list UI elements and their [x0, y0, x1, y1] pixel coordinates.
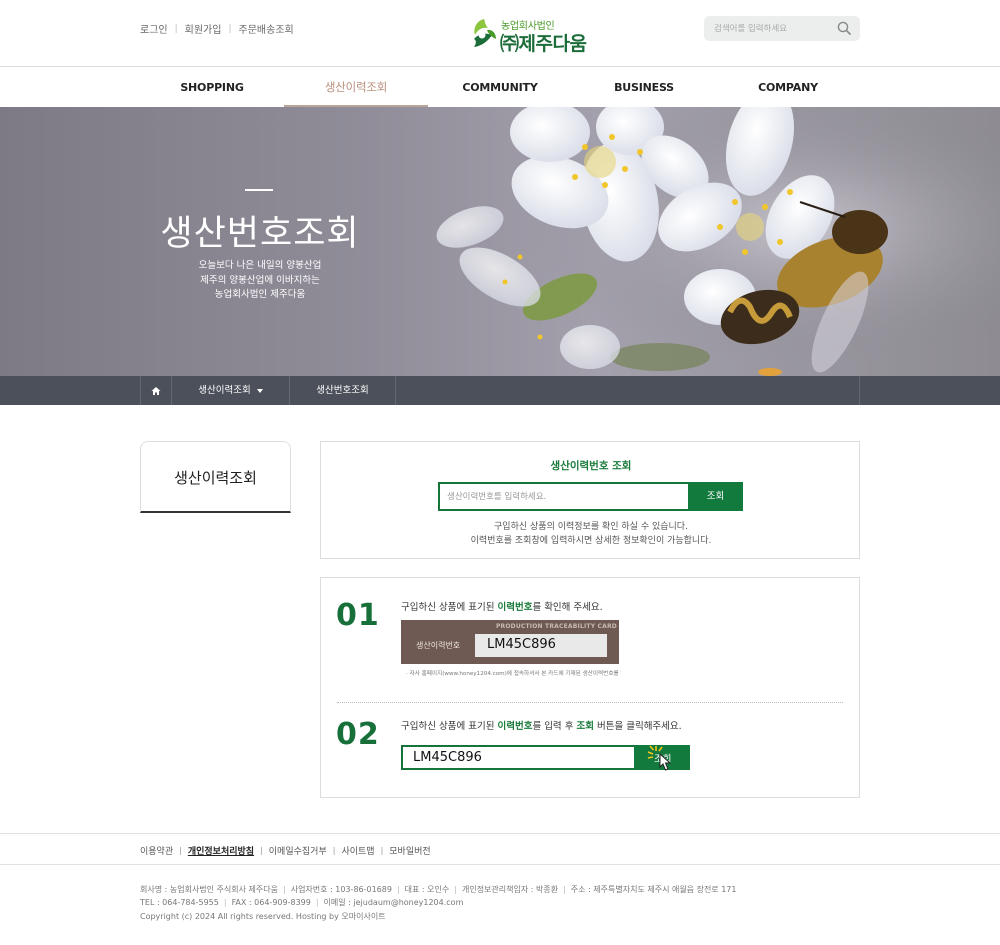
divider: |	[454, 885, 457, 894]
divider: |	[260, 846, 263, 855]
footer-link-terms[interactable]: 이용약관	[140, 844, 173, 857]
footer-link-sitemap[interactable]: 사이트맵	[341, 844, 374, 857]
caret-down-icon	[256, 388, 263, 393]
lookup-panel: 생산이력번호 조회 조회 구입하신 상품의 이력정보를 확인 하실 수 있습니다…	[320, 441, 860, 559]
breadcrumb-level1[interactable]: 생산이력조회	[171, 376, 289, 405]
home-icon	[151, 386, 161, 395]
demo-input-value: LM45C896	[413, 750, 482, 765]
privacy-officer: 개인정보관리책임자 : 박종환	[461, 885, 559, 894]
logo-title: ㈜제주다움	[500, 33, 587, 55]
nav-traceability[interactable]: 생산이력조회	[284, 68, 428, 107]
company-info-row: 회사명 : 농업회사법인 주식회사 제주다움 | 사업자번호 : 103-86-…	[140, 884, 736, 897]
breadcrumb: 생산이력조회 생산번호조회	[0, 376, 1000, 405]
trace-number-input[interactable]	[447, 489, 677, 505]
divider: |	[223, 897, 227, 907]
hero-subtitle-line: 농업회사법인 제주다움	[214, 289, 306, 300]
step-text-part: 를 입력 후	[532, 721, 577, 732]
company-name: 회사명 : 농업회사법인 주식회사 제주다움	[140, 885, 278, 894]
nav-community[interactable]: COMMUNITY	[428, 68, 572, 107]
breadcrumb-level2-label: 생산번호조회	[316, 385, 369, 396]
lookup-desc-line: 이력번호를 조회창에 입력하시면 상세한 정보확인이 가능합니다.	[470, 535, 712, 546]
email-address: 이메일 : jejudaum@honey1204.com	[323, 897, 464, 907]
divider	[337, 702, 843, 703]
logo-mark-icon	[474, 19, 496, 47]
step-text-part: 구입하신 상품에 표기된	[401, 721, 498, 732]
step-text-highlight: 이력번호	[497, 602, 533, 613]
step-text-highlight: 조회	[576, 721, 594, 732]
hero-subtitle-line: 오늘보다 나은 내일의 양봉산업	[198, 260, 322, 271]
logo[interactable]: 농업회사법인 ㈜제주다움	[470, 16, 595, 55]
ceo-name: 대표 : 오인수	[404, 885, 450, 894]
nav-business[interactable]: BUSINESS	[572, 68, 716, 107]
divider: |	[315, 897, 319, 907]
divider: |	[228, 23, 232, 34]
company-address: 주소 : 제주특별자치도 제주시 애월읍 장전로 171	[570, 885, 737, 894]
footer-link-email-refusal[interactable]: 이메일수집거부	[269, 844, 327, 857]
lookup-title: 생산이력번호 조회	[550, 460, 632, 472]
header: 로그인 | 회원가입 | 주문배송조회 농업회사법인 ㈜제주다움	[0, 0, 1000, 67]
business-number: 사업자번호 : 103-86-01689	[290, 885, 392, 894]
traceability-card: PRODUCTION TRACEABILITY CARD 생산이력번호 LM45…	[401, 620, 619, 664]
card-value: LM45C896	[487, 637, 556, 652]
divider: |	[332, 846, 336, 855]
lookup-button[interactable]: 조회	[688, 482, 743, 511]
step-text-part: 버튼을 클릭해주세요.	[593, 721, 682, 732]
breadcrumb-home[interactable]	[140, 376, 171, 405]
search-box	[704, 16, 860, 41]
fax-number: FAX : 064-909-8399	[231, 897, 311, 907]
sidebar-title: 생산이력조회	[174, 469, 257, 487]
login-link[interactable]: 로그인	[140, 21, 168, 36]
divider: |	[396, 885, 400, 894]
lookup-desc-line: 구입하신 상품의 이력정보를 확인 하실 수 있습니다.	[494, 522, 688, 532]
step-number: 02	[336, 717, 380, 752]
hero-dash	[245, 189, 273, 191]
demo-input: LM45C896	[401, 745, 634, 770]
footer-links: 이용약관 | 개인정보처리방침 | 이메일수집거부 | 사이트맵 | 모바일버전	[0, 833, 1000, 865]
card-note: · 자사 홈페이지(www.honey1204.com)에 접속하셔서 본 카드…	[406, 671, 621, 677]
top-links: 로그인 | 회원가입 | 주문배송조회	[140, 21, 294, 37]
main-nav: SHOPPING 생산이력조회 COMMUNITY BUSINESS COMPA…	[0, 68, 1000, 107]
nav-company[interactable]: COMPANY	[716, 68, 860, 107]
order-tracking-link[interactable]: 주문배송조회	[239, 21, 294, 36]
cursor-click-icon	[647, 745, 672, 771]
signup-link[interactable]: 회원가입	[185, 21, 222, 36]
footer-link-privacy[interactable]: 개인정보처리방침	[188, 844, 254, 857]
phone-number: TEL : 064-784-5955	[140, 897, 219, 907]
divider	[859, 376, 860, 405]
breadcrumb-level2[interactable]: 생산번호조회	[289, 376, 396, 405]
divider: |	[563, 885, 566, 894]
step-text-highlight: 이력번호	[497, 721, 533, 732]
divider: |	[179, 846, 182, 855]
demo-button: 조회	[634, 745, 690, 771]
divider: |	[283, 885, 286, 894]
steps-panel: 01 구입하신 상품에 표기된 이력번호를 확인해 주세요. PRODUCTIO…	[320, 577, 860, 798]
search-input[interactable]	[714, 20, 832, 37]
step-text-part: 를 확인해 주세요.	[532, 602, 603, 613]
search-icon[interactable]	[837, 21, 852, 36]
card-header: PRODUCTION TRACEABILITY CARD	[495, 623, 617, 630]
footer-link-mobile[interactable]: 모바일버전	[389, 844, 430, 857]
hero-title: 생산번호조회	[160, 214, 360, 254]
nav-shopping[interactable]: SHOPPING	[140, 68, 284, 107]
step-text-part: 구입하신 상품에 표기된	[401, 602, 498, 613]
divider: |	[380, 846, 384, 855]
lookup-field	[438, 482, 689, 511]
hero-subtitle: 오늘보다 나은 내일의 양봉산업 제주의 양봉산업에 이바지하는 농업회사법인 …	[160, 259, 360, 303]
sidebar-title-box: 생산이력조회	[140, 441, 291, 513]
step-number: 01	[336, 598, 380, 633]
step-text: 구입하신 상품에 표기된 이력번호를 확인해 주세요.	[401, 599, 603, 613]
hero-subtitle-line: 제주의 양봉산업에 이바지하는	[200, 274, 320, 286]
footer-info: 회사명 : 농업회사법인 주식회사 제주다움 | 사업자번호 : 103-86-…	[140, 884, 736, 924]
copyright-text: Copyright (c) 2024 All rights reserved. …	[140, 912, 386, 921]
step-text: 구입하신 상품에 표기된 이력번호를 입력 후 조회 버튼을 클릭해주세요.	[401, 718, 682, 732]
divider: |	[174, 23, 178, 34]
contact-info-row: TEL : 064-784-5955 | FAX : 064-909-8399 …	[140, 897, 736, 910]
card-value-box: LM45C896	[475, 634, 607, 657]
card-label: 생산이력번호	[416, 641, 461, 650]
breadcrumb-level1-label: 생산이력조회	[198, 385, 251, 396]
hero-banner: 생산번호조회 오늘보다 나은 내일의 양봉산업 제주의 양봉산업에 이바지하는 …	[0, 107, 1000, 376]
lookup-description: 구입하신 상품의 이력정보를 확인 하실 수 있습니다. 이력번호를 조회창에 …	[321, 521, 861, 548]
copyright: Copyright (c) 2024 All rights reserved. …	[140, 911, 736, 924]
